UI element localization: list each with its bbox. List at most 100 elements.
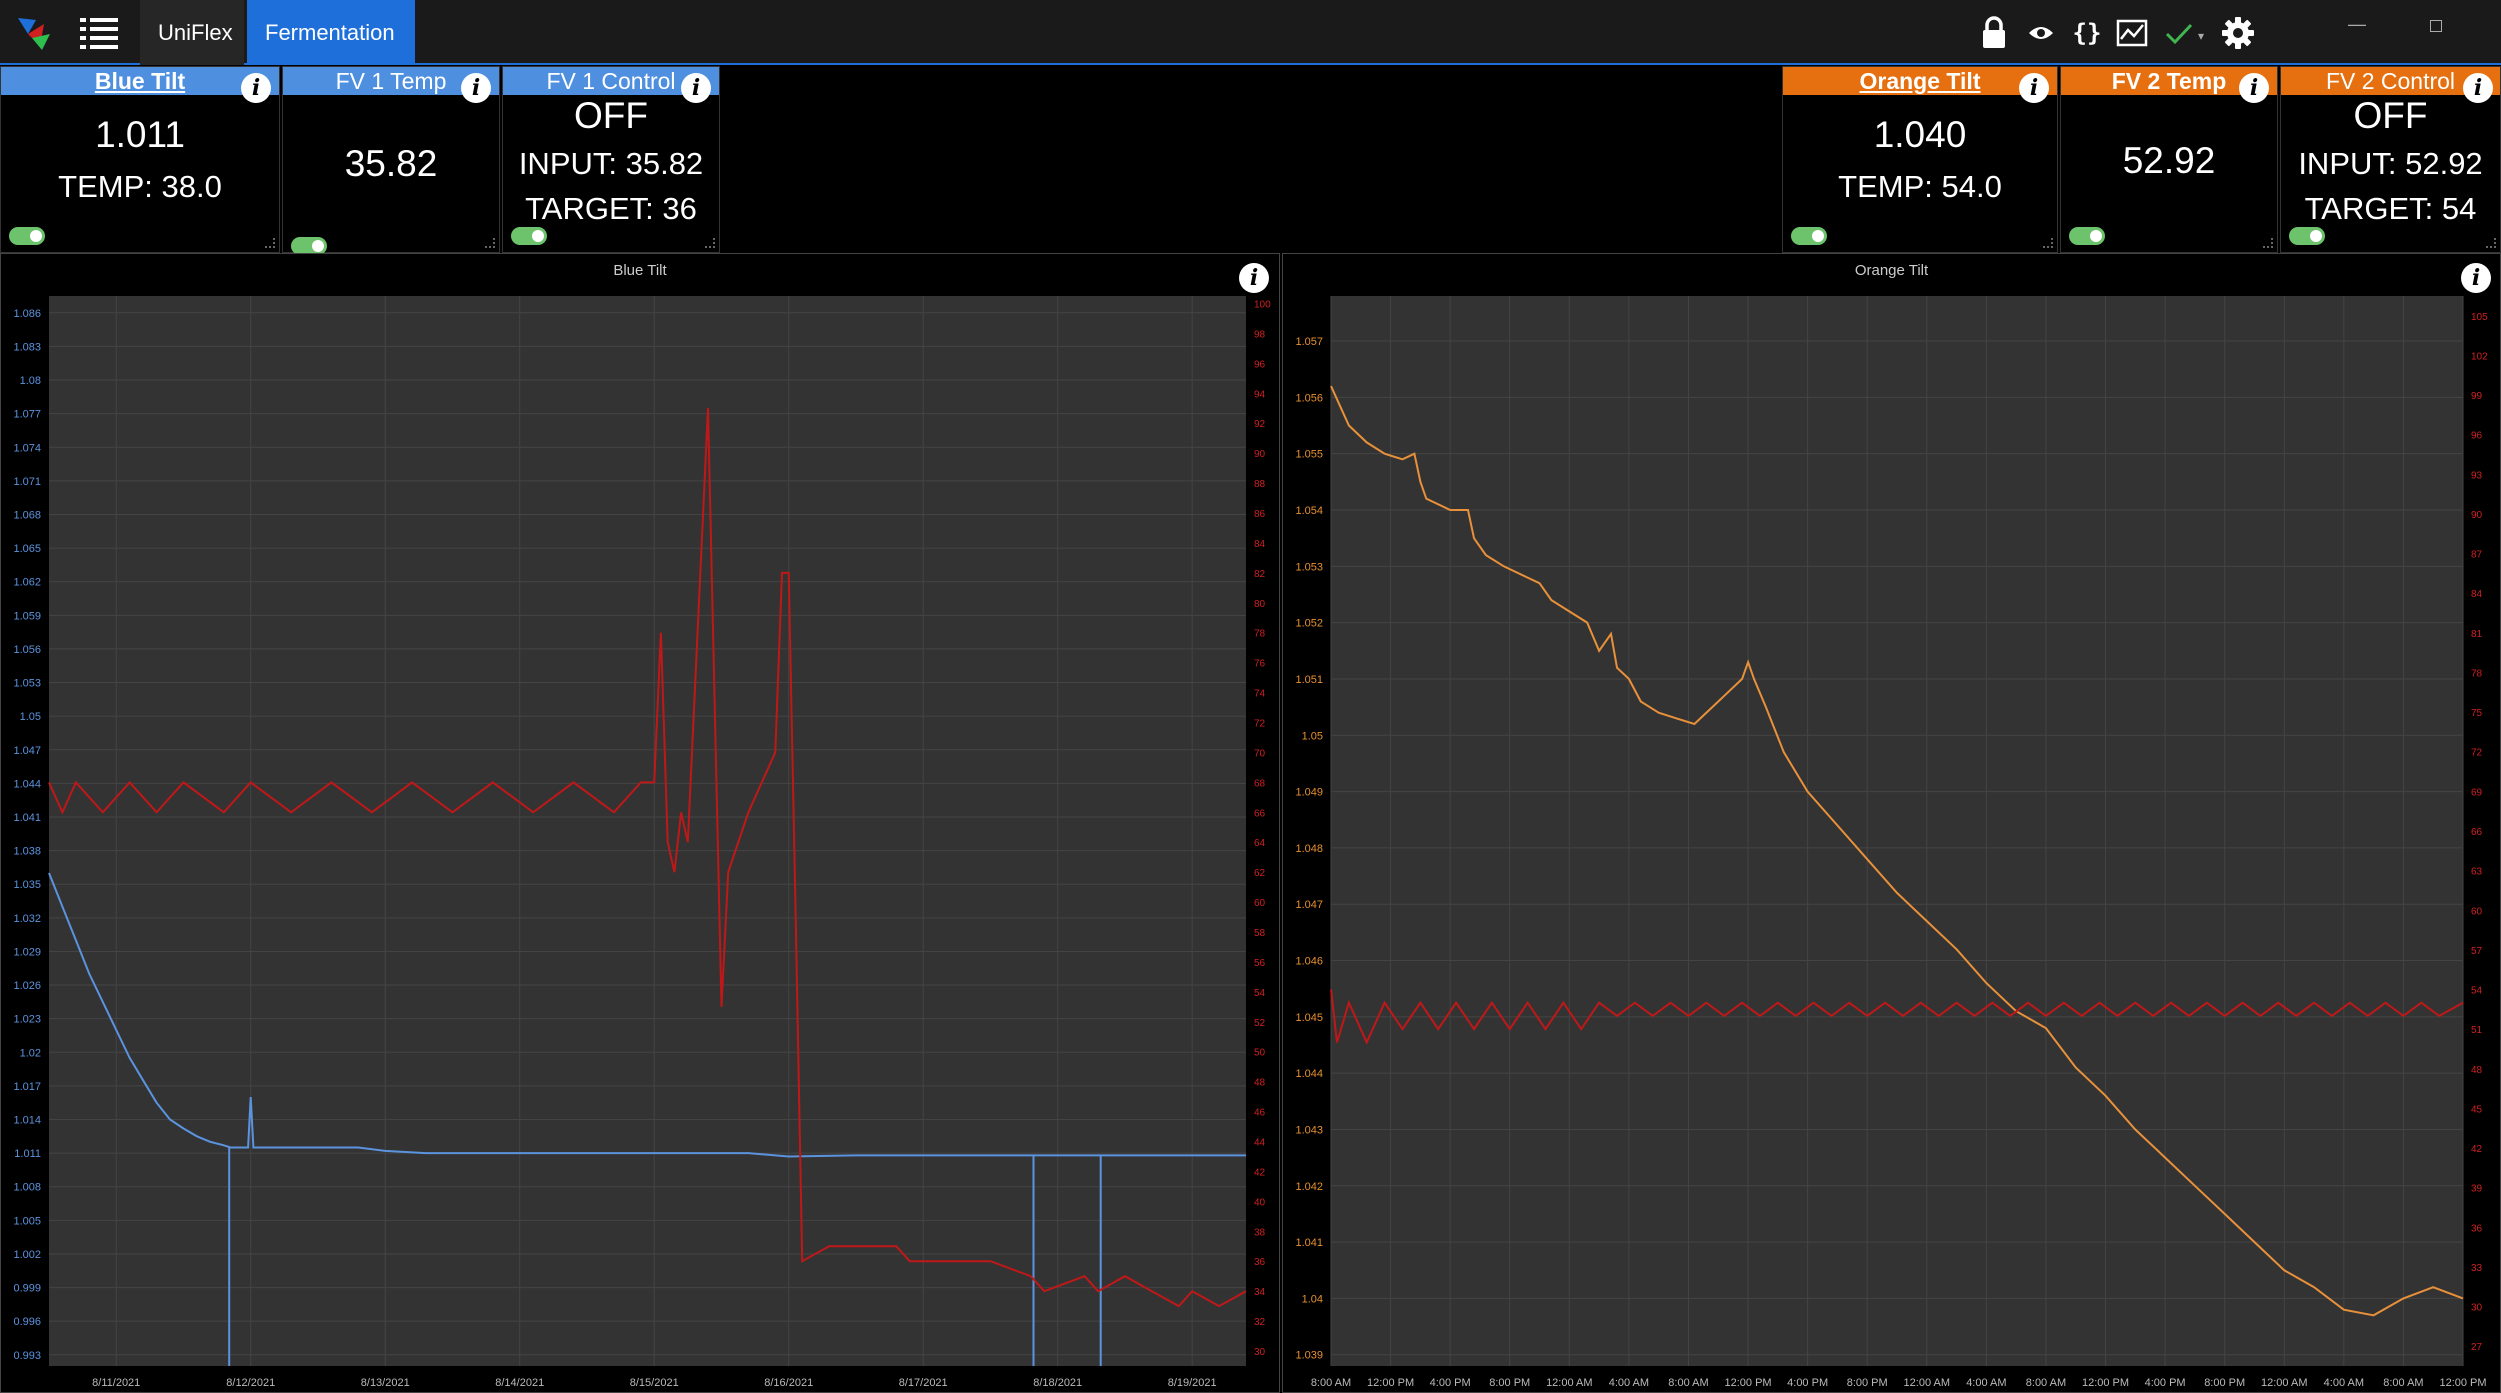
info-icon[interactable]: i (2019, 73, 2049, 103)
y-right-tick-label: 72 (1254, 719, 1266, 730)
y-left-tick-label: 1.005 (13, 1215, 41, 1227)
tile-target: TARGET: 36 (525, 191, 697, 226)
y-right-tick-label: 57 (2471, 946, 2483, 957)
x-tick-label: 8/12/2021 (226, 1377, 275, 1389)
lock-icon[interactable] (1980, 16, 2008, 50)
y-left-tick-label: 1.068 (13, 509, 41, 521)
braces-icon[interactable]: {} (2072, 16, 2102, 50)
resize-grip-icon[interactable] (2263, 238, 2273, 248)
chart-panel-blue-tilt: Blue Tilt i 1.086 1.083 1.08 1.077 1.074 1.07… (0, 253, 1280, 1393)
gear-icon[interactable] (2220, 16, 2256, 50)
y-left-tick-label: 1.055 (1295, 449, 1323, 461)
y-left-tick-label: 1.086 (13, 308, 41, 320)
y-left-tick-label: 1.02 (20, 1047, 41, 1059)
x-tick-label: 8/11/2021 (92, 1377, 140, 1389)
eye-icon[interactable] (2028, 16, 2054, 50)
resize-grip-icon[interactable] (485, 238, 495, 248)
tile-value: OFF (574, 95, 648, 136)
y-left-tick-label: 1.077 (13, 409, 41, 421)
y-right-tick-label: 84 (1254, 539, 1266, 550)
menu-icon[interactable] (80, 16, 120, 50)
enable-toggle[interactable] (1791, 227, 1827, 245)
y-left-tick-label: 1.047 (13, 745, 41, 757)
resize-grip-icon[interactable] (265, 238, 275, 248)
resize-grip-icon[interactable] (2043, 238, 2053, 248)
x-tick-label: 8/15/2021 (630, 1377, 679, 1389)
tile-temp: TEMP: 54.0 (1838, 169, 2002, 204)
y-right-tick-label: 90 (1254, 449, 1266, 460)
chart-blue-tilt[interactable]: 1.086 1.083 1.08 1.077 1.074 1.071 1.068 1.065 1… (1, 254, 1281, 1393)
check-icon[interactable]: ▾ (2164, 16, 2204, 50)
y-left-tick-label: 1.053 (1295, 561, 1323, 573)
y-right-tick-label: 87 (2471, 550, 2483, 561)
tile-title: Blue Tilt (1, 67, 279, 95)
y-right-tick-label: 69 (2471, 787, 2483, 798)
y-right-tick-label: 58 (1254, 928, 1266, 939)
y-left-tick-label: 1.056 (1295, 392, 1323, 404)
y-left-tick-label: 1.045 (1295, 1012, 1323, 1024)
y-right-tick-label: 84 (2471, 589, 2483, 600)
y-right-tick-label: 38 (1254, 1227, 1266, 1238)
tile-fv2-temp: FV 2 Temp i 52.92 (2060, 66, 2278, 253)
plot-area (1331, 296, 2463, 1366)
enable-toggle[interactable] (511, 227, 547, 245)
y-right-tick-label: 50 (1254, 1048, 1266, 1059)
y-left-tick-label: 1.056 (13, 644, 41, 656)
y-right-tick-label: 96 (1254, 359, 1266, 370)
x-tick-label: 4:00 AM (1609, 1377, 1649, 1389)
maximize-button[interactable] (2430, 20, 2442, 32)
y-left-tick-label: 1.043 (1295, 1124, 1323, 1136)
y-right-tick-label: 36 (2471, 1223, 2483, 1234)
tile-fv1-control: FV 1 Control i OFF INPUT: 35.82 TARGET: … (502, 66, 720, 253)
y-left-tick-label: 1.074 (13, 442, 41, 454)
minimize-button[interactable]: — (2348, 14, 2366, 35)
y-right-tick-label: 94 (1254, 389, 1266, 400)
info-icon[interactable]: i (2239, 73, 2269, 103)
resize-grip-icon[interactable] (2486, 238, 2496, 248)
x-tick-label: 8/13/2021 (361, 1377, 410, 1389)
y-right-tick-label: 27 (2471, 1342, 2483, 1353)
enable-toggle[interactable] (9, 227, 45, 245)
y-right-tick-label: 70 (1254, 748, 1266, 759)
chart-icon[interactable] (2116, 16, 2148, 50)
y-right-tick-label: 75 (2471, 708, 2483, 719)
tab-uniflex[interactable]: UniFlex (140, 0, 244, 65)
y-right-tick-label: 93 (2471, 470, 2483, 481)
y-right-tick-label: 54 (2471, 986, 2483, 997)
y-left-tick-label: 1.053 (13, 678, 41, 690)
tile-value: 52.92 (2122, 140, 2216, 181)
info-icon[interactable]: i (241, 73, 271, 103)
tab-fermentation[interactable]: Fermentation (247, 0, 415, 65)
y-right-tick-label: 88 (1254, 479, 1266, 490)
chart-orange-tilt[interactable]: 1.057 1.056 1.055 1.054 1.053 1.052 1.051 1.05 1… (1283, 254, 2501, 1393)
info-icon[interactable]: i (461, 73, 491, 103)
y-right-tick-label: 36 (1254, 1257, 1266, 1268)
y-left-tick-label: 0.999 (13, 1283, 41, 1295)
y-right-tick-label: 33 (2471, 1263, 2483, 1274)
y-left-tick-label: 1.049 (1295, 787, 1323, 799)
y-right-tick-label: 42 (1254, 1167, 1266, 1178)
y-right-tick-label: 51 (2471, 1025, 2483, 1036)
x-tick-label: 4:00 PM (1430, 1377, 1471, 1389)
y-right-tick-label: 30 (2471, 1303, 2483, 1314)
x-tick-label: 12:00 PM (2082, 1377, 2129, 1389)
y-right-tick-label: 60 (1254, 898, 1266, 909)
y-left-tick-label: 1.052 (1295, 618, 1323, 630)
y-left-tick-label: 1.05 (20, 711, 41, 723)
resize-grip-icon[interactable] (705, 238, 715, 248)
y-right-tick-label: 56 (1254, 958, 1266, 969)
y-right-tick-label: 48 (1254, 1078, 1266, 1089)
y-right-tick-label: 100 (1254, 299, 1271, 310)
x-tick-label: 8/19/2021 (1168, 1377, 1217, 1389)
y-left-tick-label: 1.026 (13, 980, 41, 992)
x-tick-label: 8/14/2021 (495, 1377, 544, 1389)
y-right-tick-label: 105 (2471, 312, 2488, 323)
tile-value: 1.040 (1873, 114, 1967, 155)
enable-toggle[interactable] (2289, 227, 2325, 245)
chart-panel-orange-tilt: Orange Tilt i 1.057 1.056 1.055 1.054 1.053 1… (1282, 253, 2501, 1393)
y-left-tick-label: 1.008 (13, 1182, 41, 1194)
y-left-tick-label: 1.017 (13, 1081, 41, 1093)
enable-toggle[interactable] (2069, 227, 2105, 245)
x-tick-label: 12:00 PM (1367, 1377, 1414, 1389)
y-right-tick-label: 44 (1254, 1138, 1266, 1149)
